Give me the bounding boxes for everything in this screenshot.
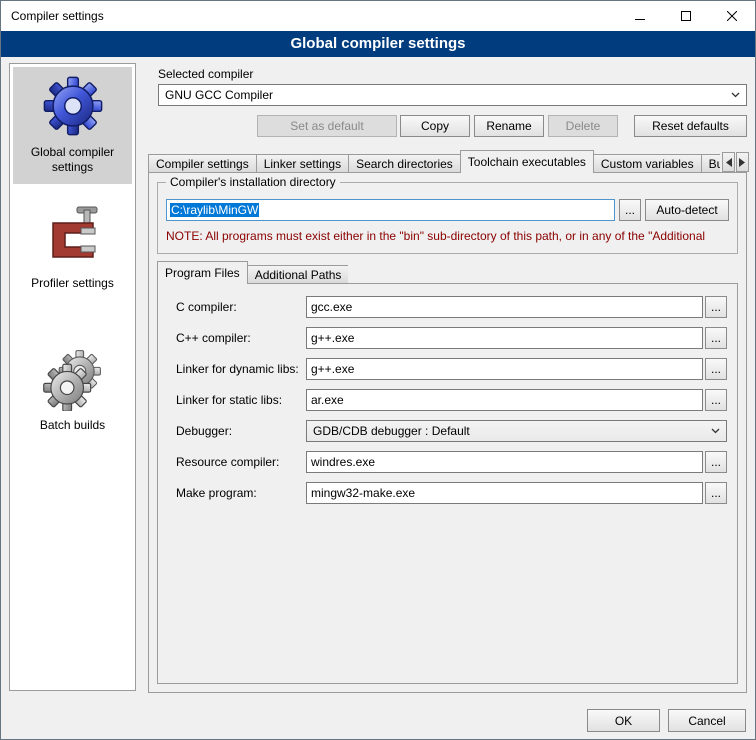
reset-defaults-button[interactable]: Reset defaults [634,115,747,137]
field-row-debugger: Debugger: GDB/CDB debugger : Default [176,420,727,442]
compiler-settings-tabs: Compiler settings Linker settings Search… [148,150,720,173]
gear-icon [41,74,105,138]
static-linker-label: Linker for static libs: [176,393,306,407]
resource-compiler-browse-button[interactable]: ... [705,451,727,473]
tab-build[interactable]: Buil [701,154,720,173]
field-row-c-compiler: C compiler: ... [176,296,727,318]
compiler-settings-dialog: Compiler settings Global compiler settin… [0,0,756,740]
cancel-button[interactable]: Cancel [668,709,746,732]
program-files-tabs: Program Files Additional Paths [157,261,348,284]
make-program-browse-button[interactable]: ... [705,482,727,504]
field-row-cpp-compiler: C++ compiler: ... [176,327,727,349]
field-row-resource-compiler: Resource compiler: ... [176,451,727,473]
sidebar: Global compiler settings Profiler settin… [9,63,136,691]
titlebar: Compiler settings [1,1,755,31]
minimize-icon [635,11,645,21]
window-title: Compiler settings [1,9,104,23]
profiler-icon [41,205,105,269]
delete-button[interactable]: Delete [548,115,618,137]
sidebar-item-label: Profiler settings [31,276,114,291]
maximize-icon [681,11,691,21]
auto-detect-button[interactable]: Auto-detect [645,199,729,221]
c-compiler-input[interactable] [306,296,703,318]
cpp-compiler-input[interactable] [306,327,703,349]
sidebar-item-label: Global compiler settings [15,145,130,175]
sidebar-item-global-compiler-settings[interactable]: Global compiler settings [13,67,132,184]
cpp-compiler-label: C++ compiler: [176,331,306,345]
field-row-static-linker: Linker for static libs: ... [176,389,727,411]
field-row-dynamic-linker: Linker for dynamic libs: ... [176,358,727,380]
resource-compiler-label: Resource compiler: [176,455,306,469]
sidebar-item-label: Batch builds [40,418,105,433]
batch-builds-icon [41,347,105,411]
selected-compiler-label: Selected compiler [158,67,253,81]
sidebar-item-profiler-settings[interactable]: Profiler settings [13,198,132,300]
dynamic-linker-label: Linker for dynamic libs: [176,362,306,376]
tab-custom-variables[interactable]: Custom variables [593,154,702,173]
tab-scroll-left-button[interactable] [722,152,735,172]
make-program-label: Make program: [176,486,306,500]
tab-toolchain-executables[interactable]: Toolchain executables [460,150,594,173]
installation-directory-input[interactable]: C:\raylib\MinGW [166,199,615,221]
minimize-button[interactable] [617,1,663,31]
toolchain-executables-panel: Compiler's installation directory C:\ray… [148,172,747,693]
maximize-button[interactable] [663,1,709,31]
cpp-compiler-browse-button[interactable]: ... [705,327,727,349]
sidebar-item-batch-builds[interactable]: Batch builds [13,340,132,442]
field-row-make-program: Make program: ... [176,482,727,504]
arrow-left-icon [725,158,732,167]
installation-directory-browse-button[interactable]: ... [619,199,641,221]
window-controls [617,1,755,31]
selected-compiler-value: GNU GCC Compiler [165,88,273,102]
installation-directory-group: Compiler's installation directory C:\ray… [157,182,738,254]
debugger-label: Debugger: [176,424,306,438]
bin-subdirectory-note: NOTE: All programs must exist either in … [166,229,735,243]
tab-compiler-settings[interactable]: Compiler settings [148,154,257,173]
copy-button[interactable]: Copy [400,115,470,137]
close-icon [727,11,737,21]
chevron-down-icon [731,92,740,98]
dynamic-linker-input[interactable] [306,358,703,380]
dialog-header: Global compiler settings [1,31,755,57]
selected-compiler-dropdown[interactable]: GNU GCC Compiler [158,84,747,106]
set-as-default-button[interactable]: Set as default [257,115,397,137]
make-program-input[interactable] [306,482,703,504]
dynamic-linker-browse-button[interactable]: ... [705,358,727,380]
installation-directory-selected-text: C:\raylib\MinGW [170,203,259,217]
c-compiler-browse-button[interactable]: ... [705,296,727,318]
tab-scroll-right-button[interactable] [736,152,749,172]
program-files-panel: C compiler: ... C++ compiler: ... Linker… [157,283,738,684]
close-button[interactable] [709,1,755,31]
tab-search-directories[interactable]: Search directories [348,154,461,173]
debugger-dropdown[interactable]: GDB/CDB debugger : Default [306,420,727,442]
tab-additional-paths[interactable]: Additional Paths [247,265,349,284]
main-panel: Selected compiler GNU GCC Compiler Set a… [146,63,749,693]
resource-compiler-input[interactable] [306,451,703,473]
chevron-down-icon [711,428,720,434]
static-linker-input[interactable] [306,389,703,411]
debugger-value: GDB/CDB debugger : Default [313,424,470,438]
installation-directory-group-title: Compiler's installation directory [166,175,340,189]
tab-program-files[interactable]: Program Files [157,261,248,284]
arrow-right-icon [739,158,746,167]
rename-button[interactable]: Rename [474,115,544,137]
c-compiler-label: C compiler: [176,300,306,314]
ok-button[interactable]: OK [587,709,660,732]
static-linker-browse-button[interactable]: ... [705,389,727,411]
tab-linker-settings[interactable]: Linker settings [256,154,349,173]
